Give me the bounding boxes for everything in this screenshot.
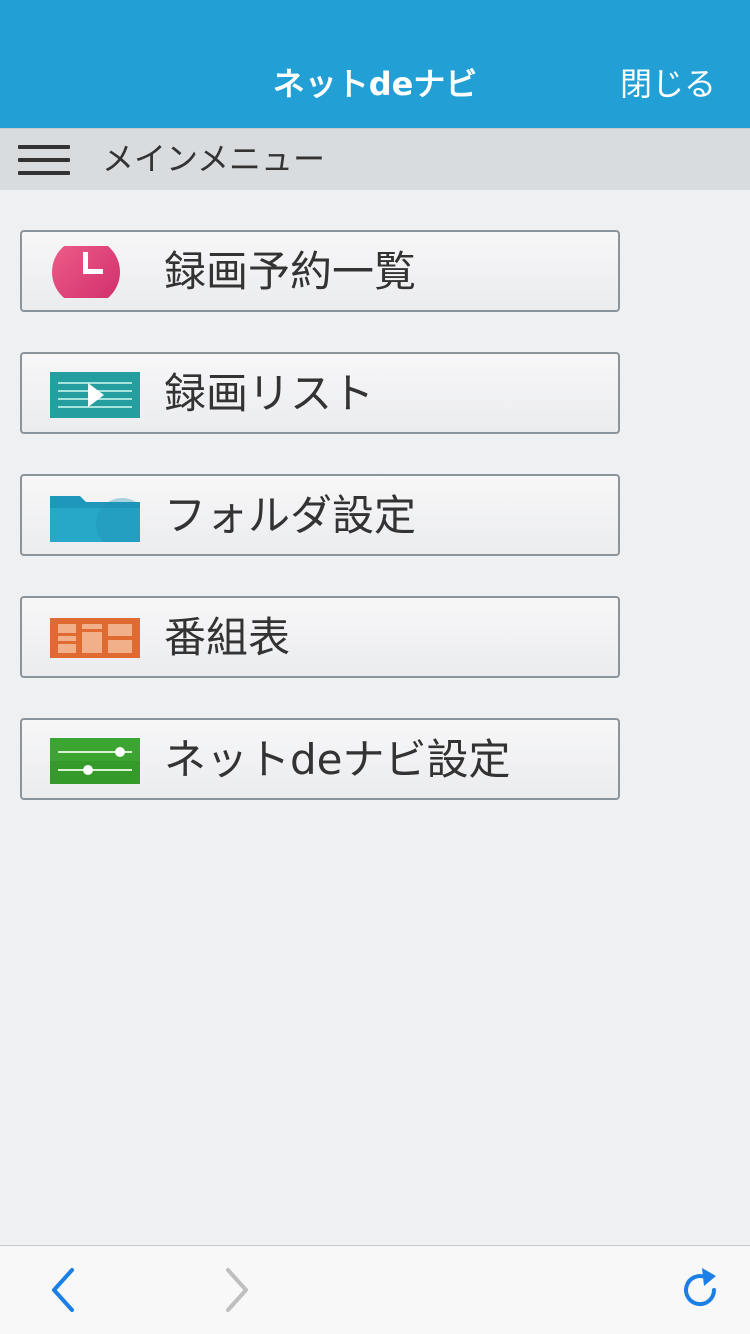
recording-schedule-button[interactable]: 録画予約一覧 — [20, 230, 620, 312]
app-screen: ネットdeナビ 閉じる メインメニュー 録画予約一覧 録画リスト フォルダ設定 … — [0, 0, 750, 1334]
navi-settings-button[interactable]: ネットdeナビ設定 — [20, 718, 620, 800]
menu-item-label: 録画リスト — [164, 369, 375, 418]
reload-icon[interactable] — [676, 1266, 724, 1314]
forward-arrow-icon[interactable] — [212, 1266, 260, 1314]
browser-toolbar — [0, 1245, 750, 1334]
recording-list-button[interactable]: 録画リスト — [20, 352, 620, 434]
settings-sliders-icon — [50, 738, 140, 784]
close-button[interactable]: 閉じる — [620, 62, 716, 106]
header-bar: ネットdeナビ 閉じる — [0, 0, 750, 128]
main-menu-bar: メインメニュー — [0, 128, 750, 190]
menu-item-label: ネットdeナビ設定 — [164, 735, 511, 784]
menu-bar-label: メインメニュー — [102, 140, 326, 178]
menu-item-label: フォルダ設定 — [164, 491, 417, 540]
menu-item-label: 録画予約一覧 — [164, 247, 417, 296]
video-list-icon — [50, 372, 140, 418]
program-guide-button[interactable]: 番組表 — [20, 596, 620, 678]
program-guide-icon — [50, 618, 140, 658]
menu-item-label: 番組表 — [164, 613, 291, 662]
folder-settings-button[interactable]: フォルダ設定 — [20, 474, 620, 556]
clock-icon — [52, 246, 120, 298]
hamburger-menu-icon[interactable] — [18, 143, 70, 177]
main-menu-list: 録画予約一覧 録画リスト フォルダ設定 番組表 ネットdeナビ設定 — [20, 230, 620, 840]
back-arrow-icon[interactable] — [40, 1266, 88, 1314]
folder-icon — [50, 496, 140, 542]
